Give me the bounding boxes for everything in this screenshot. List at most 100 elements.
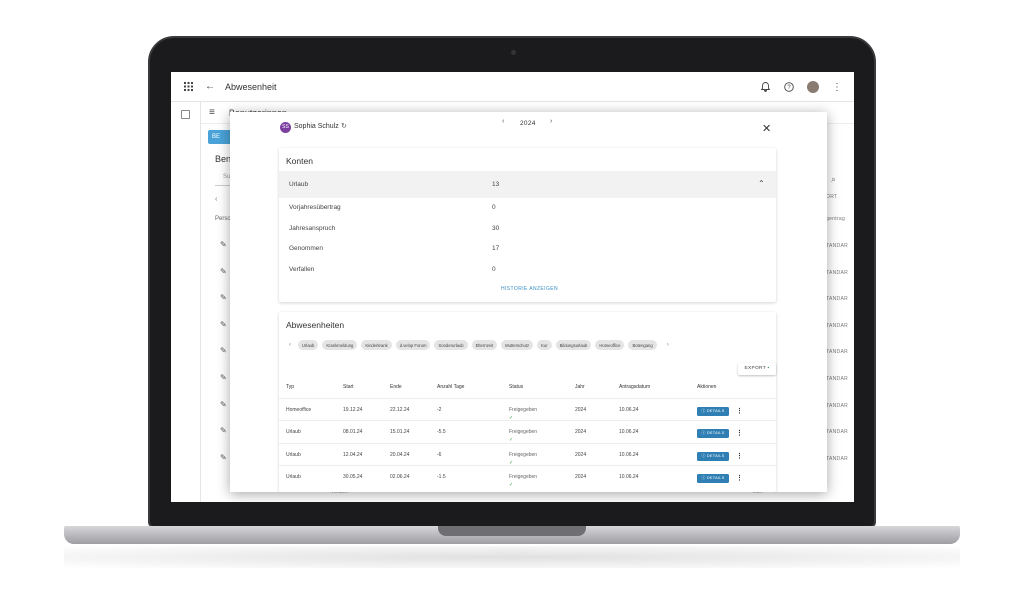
filter-chip[interactable]: Kinderkrank (361, 340, 392, 350)
status-text: Freigegeben (509, 451, 538, 458)
export-button[interactable]: EXPORT ▪ (738, 363, 776, 375)
more-vert-icon[interactable]: ⋮ (736, 474, 743, 482)
table-cell-typ: Urlaub (286, 429, 301, 436)
table-cell-typ: Homeoffice (286, 407, 312, 413)
table-cell-tage: -1.5 (437, 473, 446, 480)
details-label: DETAILS (706, 431, 725, 436)
filter-chip[interactable]: Bildungsurlaub (555, 340, 592, 350)
filter-chip[interactable]: Botengang (628, 340, 657, 350)
table-cell-antrag: 10.06.24 (619, 451, 639, 458)
table-cell-antrag: 10.06.24 (619, 407, 639, 413)
table-cell-tage: -6 (437, 451, 442, 458)
filter-chip[interactable]: Urlaub (298, 340, 319, 350)
filter-chip[interactable]: Mutterschutz (501, 340, 534, 350)
sidebar-toggle-icon[interactable] (181, 110, 190, 119)
year-prev-icon[interactable]: ‹ (502, 118, 504, 125)
urlaub-accordion[interactable]: Urlaub 13 ⌃ (279, 171, 776, 198)
table-cell-tage: -2 (437, 407, 442, 413)
details-label: DETAILS (706, 409, 725, 413)
konten-row-label: Genommen (289, 245, 323, 252)
chevron-left-icon[interactable]: ‹ (215, 196, 217, 203)
edit-icon[interactable]: ✎ (220, 453, 227, 462)
filter-chip[interactable]: Kur (537, 340, 552, 350)
excel-icon: ▪ (767, 366, 770, 371)
edit-icon[interactable]: ✎ (220, 240, 227, 249)
bg-row-label: TANDAR (826, 429, 848, 436)
details-label: DETAILS (706, 453, 725, 458)
edit-icon[interactable]: ✎ (220, 346, 227, 355)
refresh-icon[interactable]: ↻ (341, 122, 347, 130)
table-cell-ende: 22.12.24 (390, 407, 410, 413)
edit-icon[interactable]: ✎ (220, 426, 227, 435)
year-next-icon[interactable]: › (550, 118, 552, 125)
table-cell-ende: 15.01.24 (390, 429, 410, 436)
avatar[interactable] (806, 80, 820, 94)
table-header: Ende (390, 384, 402, 390)
abwesenheiten-title: Abwesenheiten (286, 320, 345, 330)
table-cell-jahr: 2024 (575, 429, 587, 436)
edit-icon[interactable]: ✎ (220, 373, 227, 382)
status-badge: ✓ Freigegeben (509, 429, 537, 443)
edit-icon[interactable]: ✎ (220, 267, 227, 276)
edit-icon[interactable]: ✎ (220, 293, 227, 302)
more-vert-icon[interactable]: ⋮ (736, 452, 743, 460)
bg-column-header: Perso (215, 216, 231, 222)
filter-chip[interactable]: Homeoffice (595, 340, 625, 350)
table-cell-start: 12.04.24 (343, 451, 363, 458)
table-cell-jahr: 2024 (575, 407, 587, 413)
chevron-right-icon[interactable]: › (667, 342, 669, 348)
bell-icon[interactable] (758, 80, 772, 94)
urlaub-value: 13 (492, 181, 500, 188)
top-bar: ← Abwesenheit ? ⋮ (171, 72, 854, 102)
details-button[interactable]: ⓘ DETAILS (697, 473, 729, 483)
table-cell-ende: 20.04.24 (390, 451, 410, 458)
details-button[interactable]: ⓘ DETAILS (697, 451, 729, 461)
more-vert-icon[interactable]: ⋮ (830, 80, 844, 94)
table-header: Antragsdatum (619, 384, 651, 390)
table-cell-typ: Urlaub (286, 473, 301, 480)
filter-chip[interactable]: Elternzeit (471, 340, 498, 350)
chevron-left-icon[interactable]: ‹ (289, 342, 291, 348)
table-header: Jahr (575, 384, 585, 390)
page-title: Abwesenheit (225, 81, 277, 92)
svg-text:?: ? (787, 85, 791, 91)
konten-row-label: Vorjahresübertrag (289, 204, 341, 211)
konten-row-label: Verfallen (289, 265, 315, 273)
table-cell-antrag: 10.06.24 (619, 473, 639, 480)
table-row: Urlaub 30.05.24 02.06.24 -1.5 ✓ Freigegeben 20… (279, 464, 776, 488)
close-icon[interactable]: ✕ (762, 122, 771, 135)
edit-icon[interactable]: ✎ (220, 320, 227, 329)
help-icon[interactable]: ? (782, 80, 796, 94)
details-button[interactable]: ⓘ DETAILS (697, 429, 729, 439)
filter-chip[interactable]: d.velop Forum (395, 340, 431, 350)
search-icon[interactable]: ⌕ (831, 174, 836, 185)
table-header: Status (509, 384, 524, 390)
table-header: Anzahl Tage (437, 384, 465, 390)
edit-icon[interactable]: ✎ (220, 400, 227, 409)
details-label: DETAILS (706, 475, 725, 480)
table-row: Urlaub 12.04.24 20.04.24 -6 ✓ Freigegeben 2024… (279, 442, 776, 466)
arrow-back-icon[interactable]: ← (203, 80, 217, 94)
absence-dialog: SS Sophia Schulz ↻ ‹ 2024 › ✕ Konten Url… (230, 112, 827, 492)
menu-icon[interactable]: ≡ (209, 107, 215, 118)
laptop-shadow (64, 546, 960, 568)
table-cell-start: 19.12.24 (343, 407, 363, 413)
filter-chip[interactable]: Krankmeldung (322, 340, 358, 350)
table-cell-ende: 02.06.24 (390, 473, 410, 480)
camera (511, 50, 516, 55)
table-row: Urlaub 08.01.24 15.01.24 -5.5 ✓ Freigegeben 20… (279, 420, 776, 443)
bg-row-label: TANDAR (826, 269, 848, 276)
bg-row-label: TANDAR (826, 455, 848, 462)
more-vert-icon[interactable]: ⋮ (736, 429, 743, 437)
user-name: Sophia Schulz (294, 123, 339, 130)
filter-chip[interactable]: Sonderurlaub (434, 340, 468, 350)
more-vert-icon[interactable]: ⋮ (736, 407, 743, 415)
chevron-up-icon[interactable]: ⌃ (758, 179, 765, 188)
table-header: Start (343, 384, 354, 390)
details-button[interactable]: ⓘ DETAILS (697, 407, 729, 416)
bg-export-label[interactable]: ORT (826, 194, 837, 200)
konten-title: Konten (286, 156, 313, 166)
apps-icon[interactable] (181, 80, 195, 94)
history-button[interactable]: HISTORIE ANZEIGEN (501, 286, 558, 292)
table-cell-typ: Urlaub (286, 451, 301, 458)
